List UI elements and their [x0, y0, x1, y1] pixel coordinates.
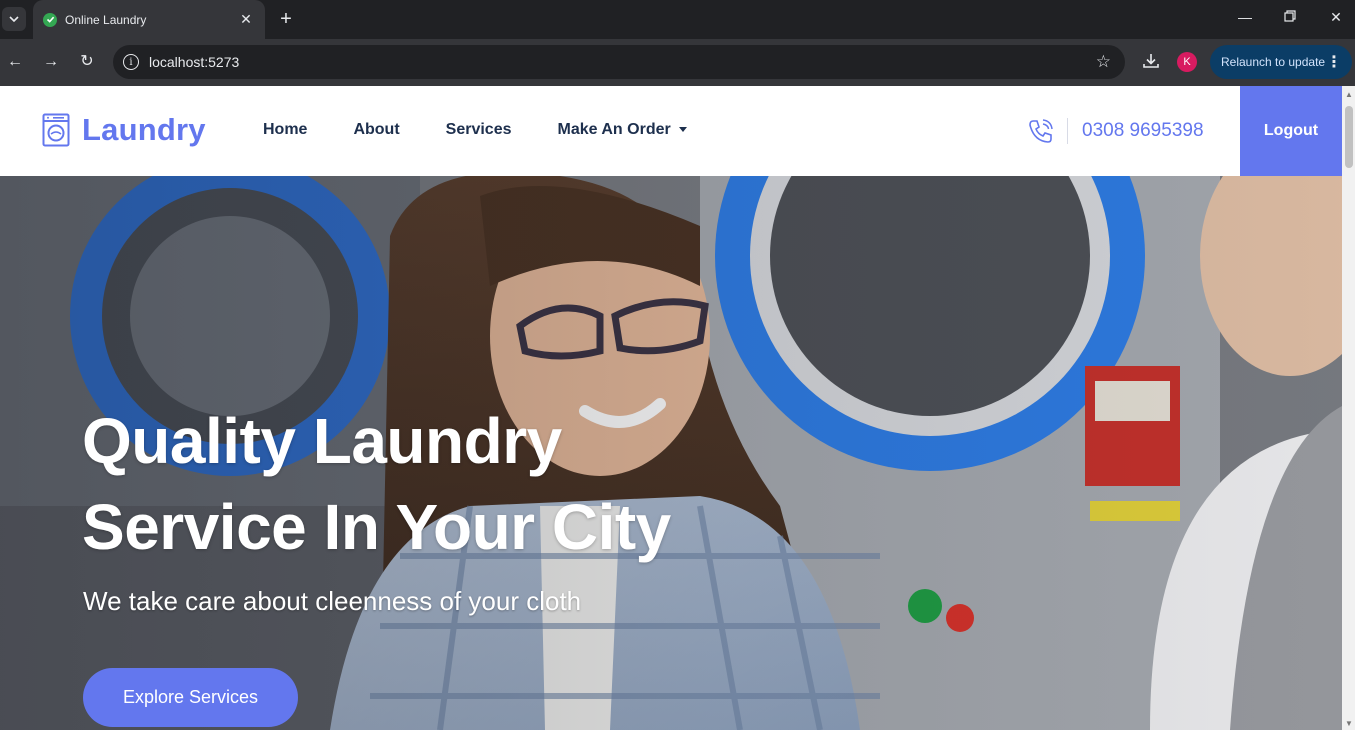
- nav-services[interactable]: Services: [446, 121, 512, 139]
- forward-arrow-icon[interactable]: →: [40, 51, 62, 73]
- phone-call-icon: [1029, 119, 1053, 143]
- page-viewport: Laundry Home About Services Make An Orde…: [0, 86, 1355, 730]
- address-bar[interactable]: i localhost:5273 ☆: [113, 45, 1125, 79]
- back-arrow-icon[interactable]: ←: [4, 51, 26, 73]
- nav-make-an-order[interactable]: Make An Order: [558, 121, 687, 139]
- nav-about[interactable]: About: [353, 121, 399, 139]
- download-icon[interactable]: [1141, 51, 1163, 73]
- tab-title: Online Laundry: [65, 12, 147, 27]
- logo-text: Laundry: [82, 112, 206, 147]
- phone-contact[interactable]: 0308 9695398: [1027, 117, 1204, 145]
- site-header: Laundry Home About Services Make An Orde…: [0, 86, 1342, 176]
- tab-search-menu-icon[interactable]: [2, 7, 26, 31]
- profile-avatar[interactable]: K: [1177, 52, 1197, 72]
- scroll-up-icon[interactable]: ▲: [1345, 90, 1353, 99]
- reload-icon[interactable]: ↻: [76, 51, 98, 73]
- caret-down-icon: [678, 127, 687, 133]
- page-scrollbar[interactable]: ▲ ▼: [1342, 86, 1355, 730]
- more-menu-icon[interactable]: ⋮: [1326, 52, 1342, 72]
- new-tab-button[interactable]: +: [275, 8, 297, 30]
- browser-toolbar: ← → ↻ i localhost:5273 ☆ K Relaunch to u…: [0, 39, 1355, 86]
- bookmark-star-icon[interactable]: ☆: [1096, 52, 1111, 72]
- phone-number[interactable]: 0308 9695398: [1082, 120, 1204, 142]
- relaunch-update-button[interactable]: Relaunch to update ⋮: [1210, 45, 1352, 79]
- browser-tab-active[interactable]: Online Laundry ✕: [33, 0, 265, 39]
- divider: [1067, 118, 1068, 144]
- hero-title-line2: Service In Your City: [82, 491, 671, 563]
- browser-tabbar: Online Laundry ✕ + — ✕: [0, 0, 1355, 39]
- nav-make-an-order-label: Make An Order: [557, 121, 671, 138]
- scrollbar-thumb[interactable]: [1345, 106, 1353, 168]
- check-circle-icon: [43, 12, 57, 27]
- url-text[interactable]: localhost:5273: [149, 54, 239, 70]
- main-nav: Home About Services Make An Order: [263, 121, 733, 139]
- restore-icon[interactable]: [1280, 9, 1300, 25]
- hero-subtitle: We take care about cleenness of your clo…: [83, 586, 582, 616]
- site-logo[interactable]: Laundry: [42, 112, 206, 148]
- washing-machine-icon: [42, 113, 70, 147]
- close-tab-icon[interactable]: ✕: [237, 11, 255, 28]
- logout-button[interactable]: Logout: [1240, 86, 1342, 176]
- site-info-icon[interactable]: i: [123, 54, 139, 70]
- explore-services-button[interactable]: Explore Services: [83, 668, 298, 727]
- scroll-down-icon[interactable]: ▼: [1345, 719, 1353, 728]
- hero-section: Quality Laundry Service In Your City We …: [0, 176, 1342, 730]
- hero-title-line1: Quality Laundry: [82, 405, 562, 477]
- close-window-icon[interactable]: ✕: [1326, 9, 1346, 26]
- nav-home[interactable]: Home: [263, 121, 307, 139]
- hero-title: Quality Laundry Service In Your City: [82, 398, 842, 570]
- relaunch-label: Relaunch to update: [1221, 55, 1326, 69]
- minimize-icon[interactable]: —: [1235, 9, 1255, 25]
